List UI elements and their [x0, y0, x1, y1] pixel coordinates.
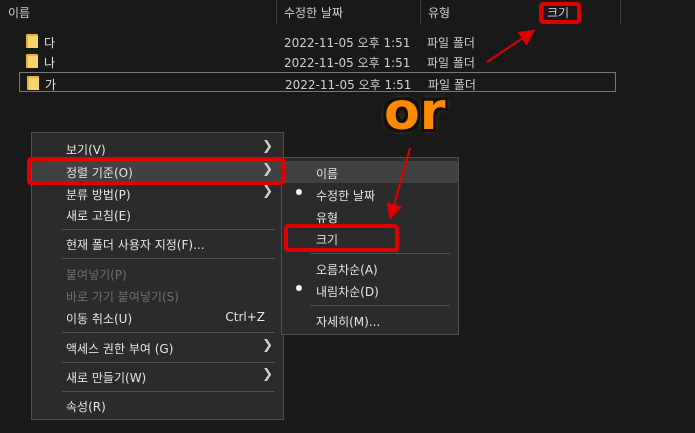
arrow-to-size-column — [486, 29, 536, 63]
annotation-arrows — [386, 29, 536, 220]
arrow-to-size-option — [386, 147, 411, 220]
